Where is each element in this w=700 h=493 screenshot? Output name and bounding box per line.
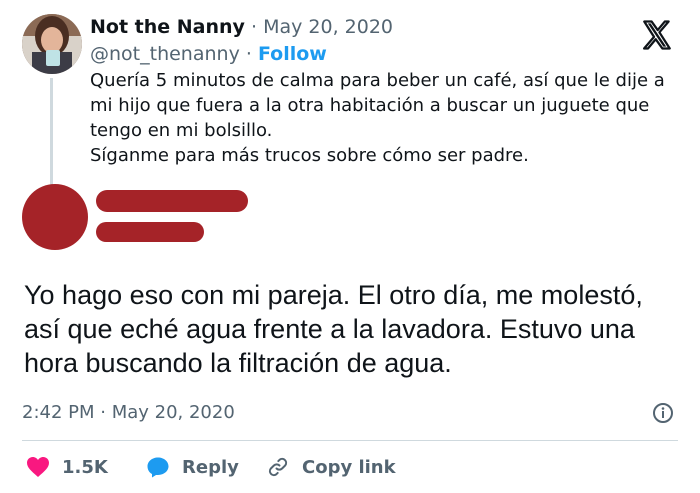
reply-avatar-redacted — [22, 184, 88, 250]
redacted-handle — [96, 222, 204, 242]
display-name[interactable]: Not the Nanny — [90, 16, 245, 38]
redacted-display-name — [96, 190, 248, 212]
link-icon — [268, 457, 288, 477]
reply-text: Yo hago eso con mi pareja. El otro día, … — [24, 280, 643, 378]
copy-link-label: Copy link — [302, 456, 396, 478]
tweet-header: Not the Nanny · May 20, 2020 — [90, 16, 393, 38]
reply-bubble-icon — [147, 457, 169, 478]
reply-label: Reply — [182, 456, 239, 478]
info-icon[interactable] — [652, 402, 674, 424]
tweet-text-line: Quería 5 minutos de calma para beber un … — [90, 70, 665, 141]
reply-timestamp[interactable]: 2:42 PM · May 20, 2020 — [22, 402, 235, 423]
author-avatar[interactable] — [22, 14, 82, 74]
separator-dot: · — [245, 43, 252, 65]
user-handle[interactable]: @not_thenanny — [90, 43, 240, 65]
separator-dot: · — [250, 16, 258, 38]
follow-button[interactable]: Follow — [258, 43, 327, 65]
thread-connector — [50, 78, 53, 188]
reply-button[interactable]: Reply — [146, 452, 239, 482]
like-count: 1.5K — [62, 456, 108, 478]
tweet-date[interactable]: May 20, 2020 — [263, 16, 393, 38]
tweet-text: Quería 5 minutos de calma para beber un … — [90, 68, 680, 168]
heart-icon — [27, 457, 49, 477]
x-logo-icon[interactable] — [640, 18, 674, 52]
divider — [22, 440, 678, 441]
like-button[interactable]: 1.5K — [26, 452, 108, 482]
tweet-text-line: Síganme para más trucos sobre cómo ser p… — [90, 145, 529, 166]
handle-row: @not_thenanny · Follow — [90, 43, 327, 65]
copy-link-button[interactable]: Copy link — [266, 452, 396, 482]
